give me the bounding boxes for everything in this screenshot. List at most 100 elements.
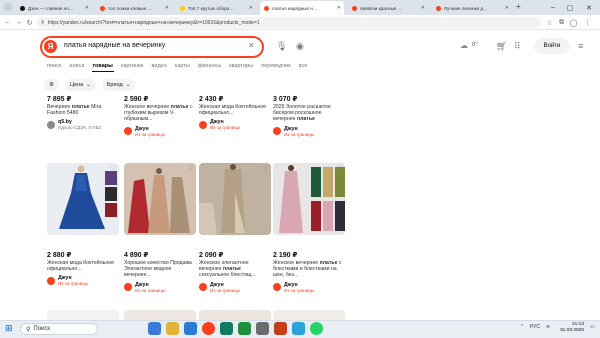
- close-icon[interactable]: ✕: [421, 5, 425, 11]
- product-title[interactable]: Хорошее качество Продажа Элегантное модн…: [124, 260, 196, 279]
- product-title[interactable]: 2025 Золотое расшитое бисером роскошное …: [273, 104, 345, 123]
- shop-info[interactable]: Джун Из-за границы: [124, 126, 196, 137]
- close-window-icon[interactable]: ✕: [582, 0, 596, 15]
- shop-info[interactable]: Джун Из-за границы: [47, 275, 119, 286]
- product-image[interactable]: [124, 310, 196, 320]
- shop-info[interactable]: Джун Из-за границы: [199, 119, 271, 130]
- product-image[interactable]: [47, 310, 119, 320]
- tab-realty[interactable]: квартиры: [229, 63, 253, 69]
- product-card[interactable]: ♡ 2 880 ₽ Женская мода Коктейльное офици…: [47, 163, 119, 286]
- browser-tab-active[interactable]: платья нарядные на вечер... ✕: [260, 1, 344, 15]
- tab-actions-icon[interactable]: [4, 3, 12, 11]
- profile-icon[interactable]: ◯: [568, 17, 579, 28]
- tab-alice[interactable]: алиса: [69, 63, 84, 69]
- close-icon[interactable]: ✕: [85, 5, 89, 11]
- shop-info[interactable]: Джун Из-за границы: [124, 282, 196, 293]
- whatsapp-icon[interactable]: [310, 322, 323, 335]
- close-icon[interactable]: ✕: [249, 5, 253, 11]
- powerpoint-icon[interactable]: [274, 322, 287, 335]
- browser-tab-6[interactable]: Лучшие пеленки для лица ... ✕: [432, 1, 512, 15]
- product-title[interactable]: Женская мода Коктейльное официально...: [199, 104, 271, 116]
- task-view-icon[interactable]: [148, 322, 161, 335]
- apps-icon[interactable]: ⠿: [514, 41, 521, 52]
- extensions-icon[interactable]: ⧉: [556, 17, 567, 28]
- back-icon[interactable]: ←: [2, 17, 13, 28]
- tray-chevron-icon[interactable]: ⌃: [520, 324, 524, 330]
- close-icon[interactable]: ✕: [505, 5, 509, 11]
- close-icon[interactable]: ✕: [165, 5, 169, 11]
- word-icon[interactable]: [184, 322, 197, 335]
- weather[interactable]: 8°: [472, 42, 478, 48]
- star-icon[interactable]: ☆: [544, 17, 555, 28]
- clear-search-icon[interactable]: ✕: [248, 41, 255, 50]
- reload-icon[interactable]: ↻: [24, 17, 35, 28]
- product-card[interactable]: ♡ 2 190 ₽ Женское вечернее платье с блес…: [273, 163, 345, 293]
- shop-info[interactable]: Джун Из-за границы: [199, 282, 271, 293]
- microphone-icon[interactable]: 🎙︎: [276, 41, 287, 52]
- browser-tab-5[interactable]: пиявочи красные — Яндекс... ✕: [348, 1, 428, 15]
- file-explorer-icon[interactable]: [166, 322, 179, 335]
- yandex-browser-icon[interactable]: [202, 322, 215, 335]
- windows-start-icon[interactable]: ⊞: [5, 324, 13, 333]
- tab-maps[interactable]: карты: [175, 63, 190, 69]
- filter-settings-button[interactable]: ⚙︎: [44, 79, 59, 91]
- product-card[interactable]: ♡ 2 090 ₽ Женское элегантное вечернее пл…: [199, 163, 271, 293]
- camera-search-icon[interactable]: ◉: [296, 41, 304, 52]
- search-input[interactable]: платья нарядные на вечеринку: [64, 42, 165, 49]
- wifi-icon[interactable]: ≋: [546, 324, 550, 330]
- menu-icon[interactable]: ⋮: [582, 17, 593, 28]
- tab-images[interactable]: картинки: [121, 63, 144, 69]
- browser-tab-2[interactable]: топ ложки клевые — Яндекс ✕: [96, 1, 172, 15]
- forward-icon[interactable]: →: [13, 17, 24, 28]
- browser-tab-3[interactable]: Топ 7 крутых оборотов ... ✕: [176, 1, 256, 15]
- login-button[interactable]: Войти: [534, 38, 570, 54]
- cart-icon[interactable]: 🛒︎: [496, 41, 507, 52]
- tab-finance[interactable]: финансы: [198, 63, 221, 69]
- browser-tab-1[interactable]: Дзен — главная новостная... ✕: [16, 1, 92, 15]
- product-image[interactable]: ♡: [273, 163, 345, 235]
- product-image[interactable]: [273, 310, 345, 320]
- clock[interactable]: 21:13 31.03.2025: [560, 322, 584, 334]
- favorite-heart-icon[interactable]: ♡: [263, 165, 268, 172]
- more-icon[interactable]: ≡: [578, 41, 583, 51]
- maximize-icon[interactable]: ▢: [563, 0, 577, 15]
- taskbar-search[interactable]: ⚲ Поиск: [20, 323, 98, 335]
- site-info-icon[interactable]: ⚲: [41, 20, 45, 26]
- favorite-heart-icon[interactable]: ♡: [188, 165, 193, 172]
- product-image[interactable]: [199, 310, 271, 320]
- favorite-heart-icon[interactable]: ♡: [111, 165, 116, 172]
- app-icon[interactable]: [256, 322, 269, 335]
- tab-all[interactable]: все: [299, 63, 308, 69]
- product-card[interactable]: 7 895 ₽ Вечернее платье Mira Fashion 548…: [47, 95, 119, 130]
- telegram-icon[interactable]: [292, 322, 305, 335]
- tab-products[interactable]: товары: [92, 63, 112, 69]
- yandex-logo[interactable]: Я: [44, 40, 57, 53]
- brand-filter-button[interactable]: Бренд ⌄: [101, 79, 136, 91]
- new-tab-icon[interactable]: +: [516, 2, 521, 11]
- product-title[interactable]: Женское вечернее платье с блестками и бл…: [273, 260, 345, 279]
- tab-video[interactable]: видео: [151, 63, 166, 69]
- product-card[interactable]: ♡ 4 890 ₽ Хорошее качество Продажа Элега…: [124, 163, 196, 293]
- minimize-icon[interactable]: –: [546, 0, 560, 15]
- product-image[interactable]: ♡: [199, 163, 271, 235]
- product-title[interactable]: Вечернее платье Mira Fashion 5480: [47, 104, 119, 116]
- product-title[interactable]: Женское элегантное вечернее платье сексу…: [199, 260, 271, 279]
- excel-icon[interactable]: [238, 322, 251, 335]
- edge-icon[interactable]: [220, 322, 233, 335]
- product-image[interactable]: ♡: [47, 163, 119, 235]
- favorite-heart-icon[interactable]: ♡: [337, 165, 342, 172]
- product-card[interactable]: 3 070 ₽ 2025 Золотое расшитое бисером ро…: [273, 95, 345, 137]
- shop-info[interactable]: Джун Из-за границы: [273, 126, 345, 137]
- shop-info[interactable]: q5.by Курьер СДЭК, 8 ПВЗ: [47, 119, 119, 130]
- notifications-icon[interactable]: ▭: [590, 324, 595, 330]
- product-card[interactable]: 2 430 ₽ Женская мода Коктейльное официал…: [199, 95, 271, 130]
- product-image[interactable]: ♡: [124, 163, 196, 235]
- close-icon[interactable]: ✕: [337, 5, 341, 11]
- product-title[interactable]: Женское вечернее платье с глубоким вырез…: [124, 104, 196, 123]
- price-filter-button[interactable]: Цена ⌄: [64, 79, 96, 91]
- tab-translate[interactable]: переводчик: [261, 63, 291, 69]
- product-card[interactable]: 2 590 ₽ Женское вечернее платье с глубок…: [124, 95, 196, 137]
- shop-info[interactable]: Джун Из-за границы: [273, 282, 345, 293]
- product-title[interactable]: Женская мода Коктейльное официально...: [47, 260, 119, 272]
- language-indicator[interactable]: РУС: [530, 324, 540, 330]
